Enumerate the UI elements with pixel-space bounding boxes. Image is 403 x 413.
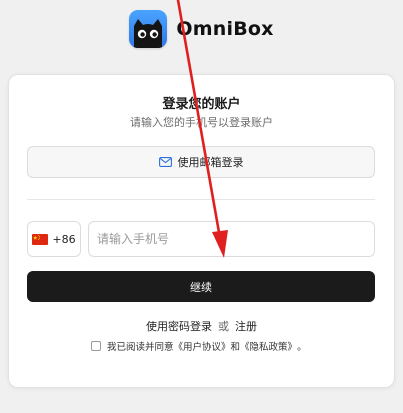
mail-icon (158, 157, 172, 167)
user-agreement-link[interactable]: 《用户协议》 (174, 339, 231, 353)
privacy-policy-link[interactable]: 《隐私政策》 (240, 339, 297, 353)
email-login-button[interactable]: 使用邮箱登录 (27, 146, 375, 178)
agree-and: 和 (230, 342, 241, 353)
login-title: 登录您的账户 (162, 97, 241, 112)
brand-name: OmniBox (176, 18, 274, 40)
password-login-link[interactable]: 使用密码登录 (146, 320, 212, 333)
continue-button[interactable]: 继续 (27, 271, 375, 302)
email-login-label: 使用邮箱登录 (177, 156, 244, 169)
agree-prefix: 我已阅读并同意 (107, 342, 174, 353)
continue-label: 继续 (190, 280, 212, 294)
phone-input[interactable] (88, 221, 375, 257)
section-divider (27, 199, 375, 200)
country-code-selector[interactable]: +86 (27, 221, 81, 257)
login-card: 登录您的账户 请输入您的手机号以登录账户 使用邮箱登录 +86 继续 使用密码登… (8, 74, 395, 388)
app-header: OmniBox (0, 8, 403, 50)
login-subtitle: 请输入您的手机号以登录账户 (130, 116, 273, 129)
alternative-login-row: 使用密码登录或注册 (9, 318, 394, 334)
or-separator: 或 (218, 320, 229, 333)
omnibox-logo (129, 10, 168, 48)
agree-checkbox[interactable] (91, 341, 101, 351)
agreement-row: 我已阅读并同意 《用户协议》和《隐私政策》。 (91, 338, 307, 354)
country-code: +86 (52, 232, 76, 246)
register-link[interactable]: 注册 (235, 320, 257, 333)
agree-suffix: 。 (297, 342, 307, 353)
cat-face-icon (134, 19, 163, 48)
china-flag-icon (32, 233, 49, 245)
